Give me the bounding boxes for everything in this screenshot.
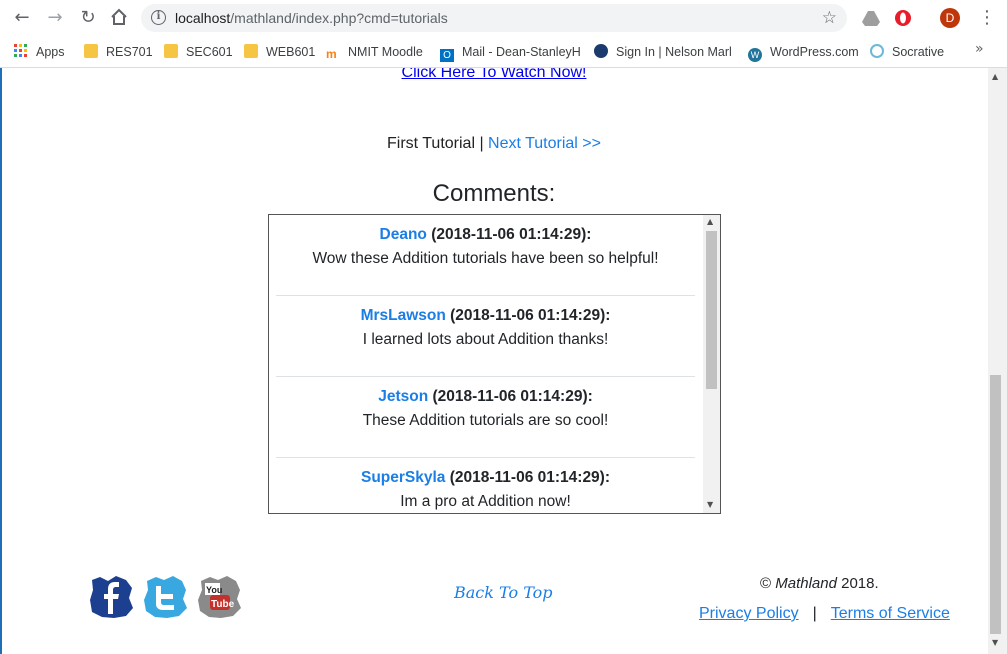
bookmark-res701[interactable]: RES701 [84, 42, 153, 62]
comment-item: Deano (2018-11-06 01:14:29): Wow these A… [276, 215, 695, 296]
privacy-policy-link[interactable]: Privacy Policy [699, 605, 799, 622]
page-content: Click Here To Watch Now! First Tutorial … [0, 68, 988, 654]
comment-item: SuperSkyla (2018-11-06 01:14:29): Im a p… [276, 458, 695, 513]
browser-menu-icon[interactable]: ⋮ [978, 6, 996, 30]
bookmark-sec601[interactable]: SEC601 [164, 42, 233, 62]
comment-author[interactable]: Deano [380, 226, 427, 243]
twitter-icon[interactable] [142, 574, 188, 620]
page-scroll-down-icon[interactable]: ▼ [992, 638, 998, 647]
address-bar[interactable]: i localhost/mathland/index.php?cmd=tutor… [141, 4, 847, 32]
bookmark-nmit-moodle[interactable]: m NMIT Moodle [326, 42, 423, 62]
svg-text:You: You [206, 585, 222, 595]
terms-of-service-link[interactable]: Terms of Service [831, 605, 950, 622]
comment-text: I learned lots about Addition thanks! [362, 331, 609, 348]
reload-icon[interactable]: ↻ [78, 8, 98, 28]
comment-timestamp: (2018-11-06 01:14:29): [450, 307, 611, 324]
copyright-text: © Mathland 2018. [760, 575, 879, 592]
watch-now-link[interactable]: Click Here To Watch Now! [2, 68, 986, 81]
comment-author[interactable]: MrsLawson [361, 307, 446, 324]
next-tutorial-link[interactable]: Next Tutorial >> [488, 135, 601, 152]
comment-text: These Addition tutorials are so cool! [362, 412, 609, 429]
more-bookmarks-icon[interactable]: » [975, 41, 984, 57]
page-scroll-thumb[interactable] [990, 375, 1001, 634]
bookmark-sign-in[interactable]: Sign In | Nelson Marl [594, 42, 732, 62]
comment-item: MrsLawson (2018-11-06 01:14:29): I learn… [276, 296, 695, 377]
scroll-down-arrow-icon[interactable]: ▼ [707, 500, 713, 509]
back-arrow-icon[interactable]: ← [12, 8, 32, 28]
bookmark-mail[interactable]: O Mail - Dean-StanleyH [440, 42, 580, 62]
comment-timestamp: (2018-11-06 01:14:29): [449, 469, 611, 486]
comment-item: Jetson (2018-11-06 01:14:29): These Addi… [276, 377, 695, 458]
bookmark-socrative[interactable]: Socrative [870, 42, 944, 62]
comment-author[interactable]: Jetson [378, 388, 428, 405]
comments-heading: Comments: [432, 180, 556, 207]
bookmark-star-icon[interactable]: ☆ [822, 8, 837, 28]
youtube-icon[interactable]: You Tube [196, 574, 242, 620]
svg-text:Tube: Tube [211, 599, 235, 610]
comments-scroll-thumb[interactable] [706, 231, 717, 389]
bookmark-wordpress[interactable]: W WordPress.com [748, 42, 859, 62]
facebook-icon[interactable] [88, 574, 134, 620]
profile-avatar[interactable]: D [940, 8, 960, 28]
back-to-top-link[interactable]: Back To Top [454, 583, 553, 602]
tutorial-navigation: First Tutorial | Next Tutorial >> [386, 135, 601, 152]
comment-timestamp: (2018-11-06 01:14:29): [432, 388, 593, 405]
site-info-icon[interactable]: i [151, 10, 166, 25]
url-text[interactable]: localhost/mathland/index.php?cmd=tutoria… [175, 10, 448, 26]
page-scrollbar[interactable]: ▲ ▼ [988, 68, 1007, 654]
browser-toolbar: ← → ↻ i localhost/mathland/index.php?cmd… [0, 0, 1007, 36]
footer-links: Privacy Policy | Terms of Service [699, 605, 950, 622]
page-scroll-up-icon[interactable]: ▲ [992, 72, 998, 81]
folder-icon [164, 44, 178, 58]
comments-scrollbar[interactable]: ▲ ▼ [703, 215, 720, 513]
comments-list[interactable]: Deano (2018-11-06 01:14:29): Wow these A… [268, 214, 721, 514]
socrative-icon [870, 44, 884, 58]
comment-text: Im a pro at Addition now! [400, 493, 571, 510]
forward-arrow-icon[interactable]: → [45, 8, 65, 28]
opera-extension-icon[interactable] [893, 8, 913, 28]
bookmark-web601[interactable]: WEB601 [244, 42, 315, 62]
apps-grid-icon [14, 44, 28, 58]
home-icon[interactable] [109, 8, 129, 28]
drive-extension-icon[interactable] [861, 8, 881, 28]
scroll-up-arrow-icon[interactable]: ▲ [707, 217, 713, 226]
comment-author[interactable]: SuperSkyla [361, 469, 445, 486]
bookmarks-bar: Apps RES701 SEC601 WEB601 m NMIT Moodle O… [0, 36, 1007, 68]
first-tutorial-label: First Tutorial [386, 135, 475, 152]
folder-icon [84, 44, 98, 58]
moodle-icon: m [326, 47, 337, 61]
comment-text: Wow these Addition tutorials have been s… [312, 250, 659, 267]
folder-icon [244, 44, 258, 58]
bookmark-apps[interactable]: Apps [14, 42, 65, 62]
comment-timestamp: (2018-11-06 01:14:29): [431, 226, 592, 243]
site-icon [594, 44, 608, 58]
wordpress-icon: W [748, 48, 762, 62]
outlook-icon: O [440, 49, 454, 62]
